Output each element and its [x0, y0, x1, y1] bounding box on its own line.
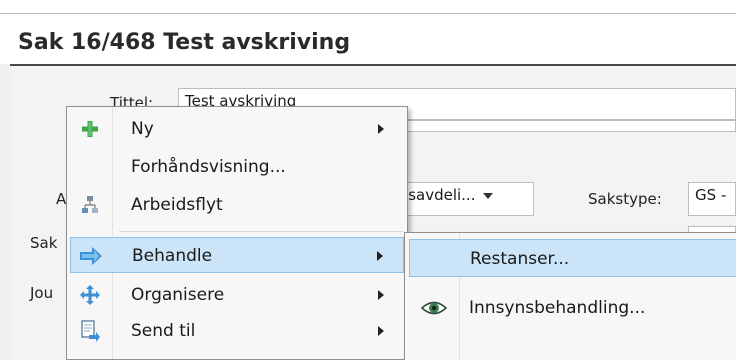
- chevron-down-icon: [483, 192, 494, 199]
- process-arrow-icon: [71, 238, 111, 274]
- menu-item-label: Send til: [131, 321, 196, 341]
- move-arrows-icon: [70, 277, 110, 313]
- page-title: Sak 16/468 Test avskriving: [18, 30, 351, 55]
- sak-label: Sak: [30, 234, 58, 252]
- send-icon: [70, 313, 110, 349]
- sakstype-label: Sakstype:: [588, 190, 662, 208]
- menu-item-behandle[interactable]: Behandle: [70, 237, 404, 273]
- menu-item-label: Organisere: [131, 285, 225, 305]
- menu-item-label: Forhåndsvisning...: [131, 157, 286, 177]
- sakstype-dropdown[interactable]: GS -: [688, 182, 736, 216]
- menu-item-send-til[interactable]: Send til: [70, 313, 404, 349]
- submenu-item-restanser[interactable]: Restanser...: [409, 239, 736, 277]
- menu-item-organisere[interactable]: Organisere: [70, 277, 404, 313]
- menu-item-forhandsvisning[interactable]: Forhåndsvisning...: [70, 149, 404, 185]
- submenu-item-label: Innsynsbehandling...: [469, 298, 646, 318]
- menu-item-label: Arbeidsflyt: [131, 195, 223, 215]
- window-chrome-strip: [0, 0, 736, 14]
- menu-item-ny[interactable]: Ny: [70, 111, 404, 147]
- submenu-arrow-icon: [378, 124, 384, 134]
- department-dropdown[interactable]: asavdeli...: [392, 182, 534, 216]
- submenu-item-label: Restanser...: [470, 249, 570, 269]
- context-menu: Ny Forhåndsvisning... Arbeidsflyt Behand…: [66, 106, 408, 360]
- workflow-icon: [70, 187, 110, 223]
- title-bar: Sak 16/468 Test avskriving: [0, 14, 736, 64]
- menu-item-label: Behandle: [132, 246, 213, 266]
- submenu-arrow-icon: [377, 251, 383, 261]
- case-window: Sak 16/468 Test avskriving Tittel: Test …: [0, 0, 736, 360]
- jou-label: Jou: [30, 284, 54, 302]
- a-label: A: [56, 190, 67, 208]
- submenu-item-innsynsbehandling[interactable]: Innsynsbehandling...: [409, 289, 736, 327]
- plus-icon: [70, 111, 110, 147]
- menu-item-label: Ny: [131, 119, 154, 139]
- department-dropdown-value: asavdeli...: [399, 186, 476, 204]
- submenu-arrow-icon: [378, 326, 384, 336]
- menu-item-arbeidsflyt[interactable]: Arbeidsflyt: [70, 187, 404, 223]
- menu-separator: [119, 231, 403, 232]
- eye-icon: [411, 289, 457, 327]
- submenu-arrow-icon: [378, 290, 384, 300]
- behandle-submenu: Restanser... Innsynsbehandling...: [404, 232, 736, 360]
